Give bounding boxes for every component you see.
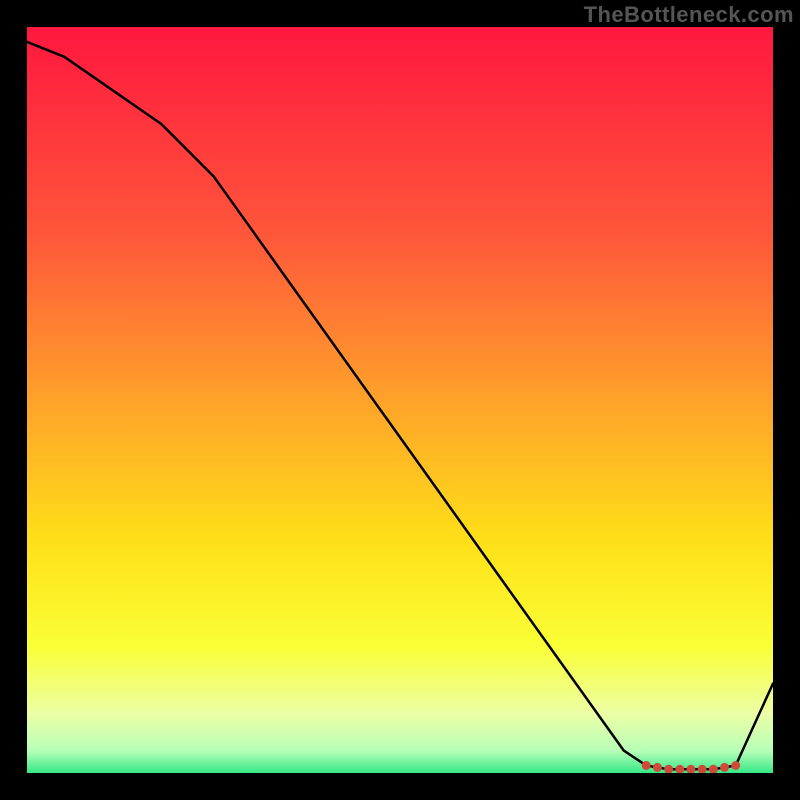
marker-dot [709,765,718,774]
marker-dot [642,761,651,770]
plot-background-gradient [27,27,773,773]
marker-dot [653,763,662,772]
chart-svg [0,0,800,800]
marker-dot [720,763,729,772]
marker-dot [664,765,673,774]
marker-dot [698,765,707,774]
marker-dot [675,765,684,774]
marker-dot [686,765,695,774]
marker-dot [731,761,740,770]
chart-root: TheBottleneck.com [0,0,800,800]
